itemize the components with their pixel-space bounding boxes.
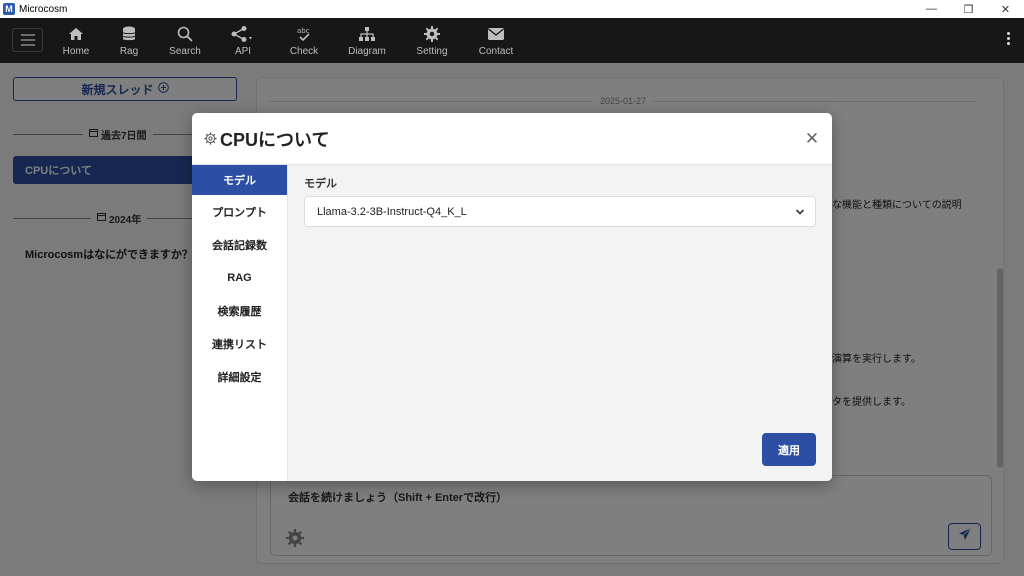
app-logo-icon: M <box>3 3 15 15</box>
tab-model[interactable]: モデル <box>192 165 287 195</box>
restore-button[interactable]: ❐ <box>950 0 987 18</box>
nav-diagram[interactable]: Diagram <box>347 24 387 60</box>
home-icon <box>68 24 84 44</box>
search-icon <box>177 24 193 44</box>
svg-text:abc: abc <box>297 27 310 35</box>
app-title: Microcosm <box>19 3 68 15</box>
nav-home[interactable]: Home <box>62 24 90 60</box>
sitemap-icon <box>359 24 375 44</box>
nav-search-label: Search <box>169 46 201 57</box>
window-controls: — ❐ ✕ <box>913 0 1024 18</box>
modal-title: CPUについて <box>220 129 330 150</box>
nav-setting[interactable]: Setting <box>415 24 449 60</box>
gear-icon <box>204 132 217 145</box>
tab-advanced-settings[interactable]: 詳細設定 <box>192 360 287 393</box>
menu-toggle-button[interactable] <box>12 28 43 52</box>
model-select[interactable]: Llama-3.2-3B-Instruct-Q4_K_L <box>304 196 816 227</box>
tab-integration-list[interactable]: 連携リスト <box>192 327 287 360</box>
spellcheck-icon: abc <box>296 24 312 44</box>
nav-contact-label: Contact <box>478 46 514 57</box>
model-select-value: Llama-3.2-3B-Instruct-Q4_K_L <box>317 205 467 218</box>
tab-rag[interactable]: RAG <box>192 261 287 294</box>
window-titlebar: M Microcosm — ❐ ✕ <box>0 0 1024 18</box>
envelope-icon <box>488 24 504 44</box>
nav-rag[interactable]: Rag <box>119 24 139 60</box>
close-icon[interactable]: ✕ <box>804 130 820 147</box>
chevron-down-icon <box>795 207 805 217</box>
top-navbar: Home Rag Search API abc Check Diagram Se… <box>0 18 1024 63</box>
tab-history-count[interactable]: 会話記録数 <box>192 228 287 261</box>
modal-header: CPUについて ✕ <box>192 113 832 165</box>
nav-api[interactable]: API <box>228 24 258 60</box>
nav-setting-label: Setting <box>416 46 448 57</box>
nav-home-label: Home <box>62 46 90 57</box>
model-label: モデル <box>304 178 337 190</box>
gear-icon <box>424 24 440 44</box>
tab-prompt[interactable]: プロンプト <box>192 195 287 228</box>
nav-check-label: Check <box>289 46 319 57</box>
modal-tab-list: モデル プロンプト 会話記録数 RAG 検索履歴 連携リスト 詳細設定 <box>192 165 288 481</box>
settings-modal: CPUについて ✕ モデル プロンプト 会話記録数 RAG 検索履歴 連携リスト… <box>192 113 832 481</box>
more-menu-icon[interactable] <box>1007 32 1010 45</box>
nav-diagram-label: Diagram <box>348 46 386 57</box>
close-window-button[interactable]: ✕ <box>987 0 1024 18</box>
database-icon <box>122 24 136 44</box>
nav-check[interactable]: abc Check <box>288 24 320 60</box>
nav-rag-label: Rag <box>119 46 139 57</box>
apply-button[interactable]: 適用 <box>762 433 816 466</box>
nav-search[interactable]: Search <box>169 24 201 60</box>
modal-content: モデル Llama-3.2-3B-Instruct-Q4_K_L 適用 <box>288 165 832 481</box>
minimize-button[interactable]: — <box>913 0 950 18</box>
nav-api-label: API <box>234 46 252 57</box>
tab-search-history[interactable]: 検索履歴 <box>192 294 287 327</box>
nav-contact[interactable]: Contact <box>477 24 515 60</box>
share-icon <box>231 24 255 44</box>
